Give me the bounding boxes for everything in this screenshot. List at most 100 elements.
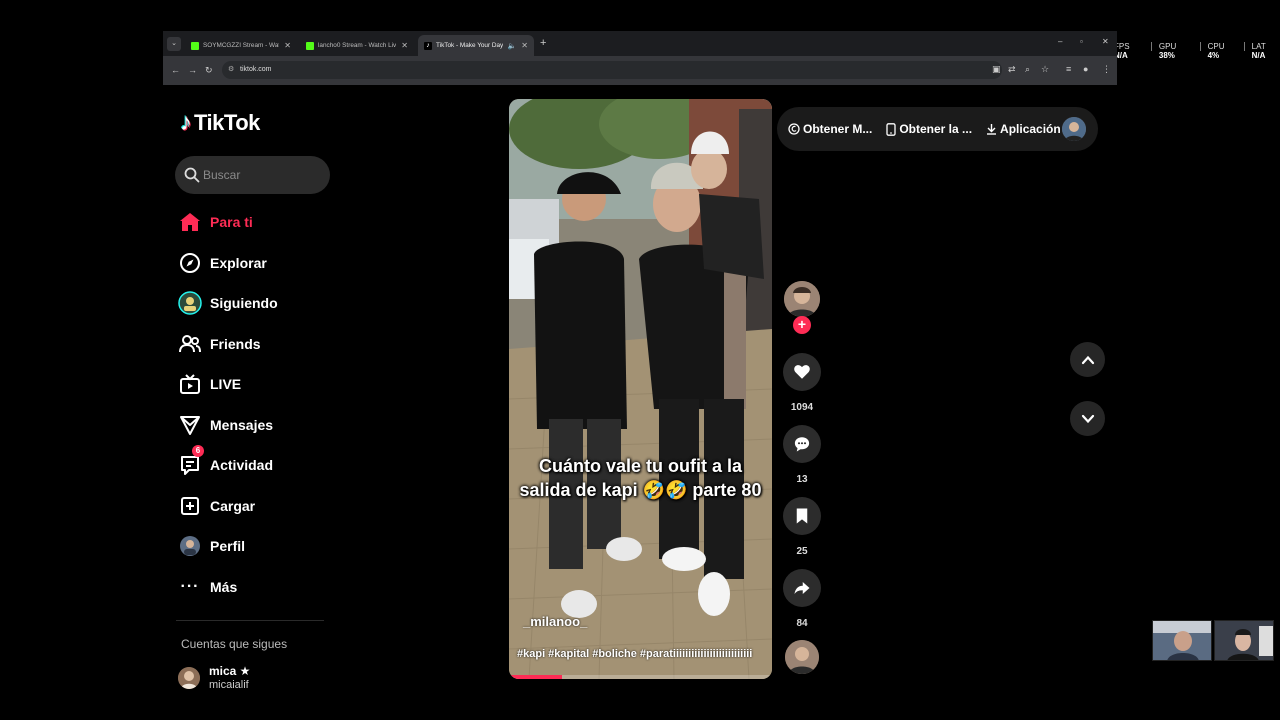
more-dots-icon: ··· — [180, 578, 200, 595]
chevron-down-icon — [1081, 414, 1094, 423]
previous-video-button[interactable] — [1070, 342, 1105, 377]
profile-avatar-icon — [176, 535, 204, 557]
top-action-bar: Obtener M... Obtener la ... Aplicación .… — [777, 107, 1098, 151]
nav-item-para-ti[interactable]: Para ti — [176, 204, 326, 240]
download-icon — [987, 124, 997, 135]
minimize-icon[interactable]: – — [1058, 37, 1062, 46]
search-box[interactable] — [175, 156, 330, 194]
cpu-stat: CPU 4% — [1207, 42, 1225, 60]
menu-kebab-icon[interactable]: ⋮ — [1102, 64, 1111, 75]
close-tab-icon[interactable]: ✕ — [401, 41, 408, 50]
kick-favicon-icon — [191, 41, 199, 50]
coin-icon — [788, 123, 800, 135]
heart-icon — [794, 365, 810, 379]
like-count: 1094 — [790, 402, 814, 413]
kick-favicon-icon — [306, 41, 314, 50]
nav-item-actividad[interactable]: 6 Actividad — [176, 445, 326, 483]
speaker-icon[interactable]: 🔈 — [508, 42, 517, 50]
nav-item-mensajes[interactable]: Mensajes — [176, 407, 326, 443]
video-progress-fill — [509, 675, 562, 679]
cast-icon[interactable]: ▣ — [992, 64, 1001, 75]
new-tab-button[interactable]: + — [540, 37, 546, 49]
address-toolbar: ← → ↻ ⚙ tiktok.com ▣ ⇄ ⌕ ☆ ≡ ● ⋮ — [163, 56, 1117, 85]
back-arrow-icon[interactable]: ← — [171, 65, 180, 75]
webcam-feed-2 — [1214, 620, 1274, 661]
next-video-button[interactable] — [1070, 401, 1105, 436]
nav-item-cargar[interactable]: Cargar — [176, 488, 326, 524]
get-app-button[interactable]: Obtener la ... — [886, 122, 972, 136]
profile-icon[interactable]: ● — [1083, 64, 1088, 74]
desktop-app-button[interactable]: Aplicación ... — [986, 122, 1074, 136]
video-author-username[interactable]: _milanoo_ — [523, 614, 587, 629]
fps-stat: FPS N/A — [1114, 42, 1130, 60]
sound-disc-avatar[interactable] — [785, 640, 819, 674]
chevron-up-icon — [1081, 355, 1094, 364]
following-account[interactable]: mica ★ micaialif — [178, 664, 250, 693]
comment-button[interactable] — [783, 425, 821, 463]
get-coins-button[interactable]: Obtener M... — [788, 122, 872, 136]
share-count: 84 — [796, 618, 808, 629]
video-frame-image — [509, 99, 772, 679]
tiktok-logo[interactable]: ♪ TikTok — [180, 109, 260, 137]
follow-plus-button[interactable]: + — [793, 316, 811, 334]
performance-overlay: FPS N/A GPU 38% CPU 4% LAT N/A — [1114, 42, 1280, 60]
close-window-icon[interactable]: ✕ — [1102, 37, 1109, 46]
share-arrow-icon — [794, 582, 810, 594]
restore-icon[interactable]: ▫ — [1080, 37, 1083, 46]
like-button[interactable] — [783, 353, 821, 391]
video-hashtags[interactable]: #kapi #kapital #boliche #paratiiiiiiiiii… — [517, 648, 752, 660]
browser-tab-kick-1[interactable]: SOYMCGZZI Stream - Watch Li... ✕ — [185, 35, 297, 56]
comment-icon — [794, 437, 810, 452]
send-icon — [176, 414, 204, 436]
save-count: 25 — [796, 546, 808, 557]
browser-tab-kick-2[interactable]: lancho0 Stream - Watch Live o... ✕ — [300, 35, 414, 56]
creator-avatar[interactable] — [784, 281, 820, 317]
compass-icon — [176, 252, 204, 274]
friends-icon — [176, 333, 204, 355]
translate-icon[interactable]: ⇄ — [1008, 64, 1016, 75]
nav-item-explorar[interactable]: Explorar — [176, 245, 326, 281]
avatar — [178, 667, 200, 689]
zoom-icon[interactable]: ⌕ — [1025, 64, 1030, 75]
share-button[interactable] — [783, 569, 821, 607]
home-icon — [176, 211, 204, 233]
video-caption-overlay: Cuánto vale tu oufit a la salida de kapi… — [519, 456, 762, 500]
nav-item-siguiendo[interactable]: Siguiendo — [176, 285, 326, 321]
close-tab-icon[interactable]: ✕ — [284, 41, 291, 50]
notification-badge: 6 — [192, 445, 204, 457]
activity-icon: 6 — [176, 445, 204, 476]
tiktok-favicon-icon: ♪ — [424, 41, 432, 50]
tab-search-button[interactable]: ⌄ — [167, 37, 181, 51]
address-bar[interactable]: ⚙ tiktok.com — [222, 61, 1002, 79]
live-tv-icon — [176, 373, 204, 395]
sidebar-divider — [176, 620, 324, 621]
tab-bar: ⌄ SOYMCGZZI Stream - Watch Li... ✕ lanch… — [163, 31, 1117, 56]
gpu-stat: GPU 38% — [1158, 42, 1177, 60]
bookmark-star-icon[interactable]: ☆ — [1041, 64, 1049, 75]
nav-item-live[interactable]: LIVE — [176, 366, 326, 402]
browser-window: ⌄ SOYMCGZZI Stream - Watch Li... ✕ lanch… — [163, 31, 1117, 85]
reload-icon[interactable]: ↻ — [205, 65, 213, 76]
forward-arrow-icon[interactable]: → — [188, 65, 197, 75]
bookmark-icon — [796, 508, 808, 524]
browser-tab-tiktok[interactable]: ♪ TikTok - Make Your Day 🔈 ✕ — [418, 35, 534, 56]
latency-stat: LAT N/A — [1251, 42, 1266, 60]
close-tab-icon[interactable]: ✕ — [521, 41, 528, 50]
following-section-title: Cuentas que sigues — [181, 637, 288, 651]
nav-item-friends[interactable]: Friends — [176, 326, 326, 362]
user-avatar[interactable] — [1062, 117, 1086, 141]
video-player[interactable]: Cuánto vale tu oufit a la salida de kapi… — [509, 99, 772, 679]
save-button[interactable] — [783, 497, 821, 535]
comment-count: 13 — [796, 474, 808, 485]
tiktok-note-icon: ♪ — [180, 109, 192, 136]
search-icon — [184, 167, 200, 183]
search-input[interactable] — [203, 165, 318, 185]
site-info-icon[interactable]: ⚙ — [228, 61, 234, 79]
extensions-icon[interactable]: ≡ — [1066, 64, 1071, 74]
video-progress-bar[interactable] — [509, 675, 772, 679]
nav-item-perfil[interactable]: Perfil — [176, 528, 326, 564]
phone-icon — [886, 122, 896, 136]
nav-item-mas[interactable]: ··· Más — [176, 569, 326, 605]
following-avatar-icon — [176, 291, 204, 315]
upload-plus-icon — [176, 495, 204, 517]
